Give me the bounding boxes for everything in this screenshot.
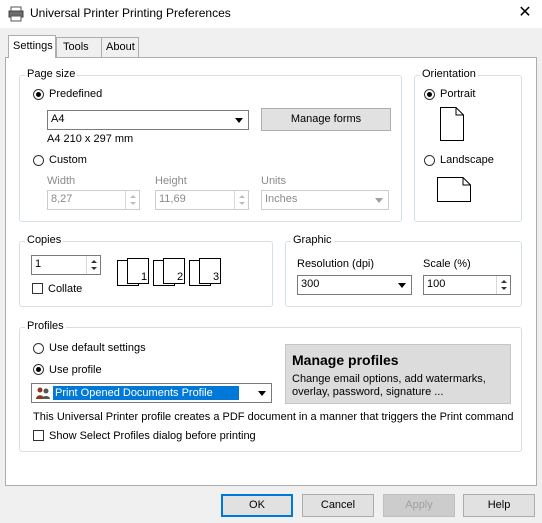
use-profile-label: Use profile	[49, 364, 102, 376]
orientation-label: Orientation	[420, 68, 478, 80]
height-label: Height	[155, 175, 187, 187]
use-profile-radio[interactable]	[33, 364, 44, 375]
predefined-radio[interactable]	[33, 89, 44, 100]
tab-about[interactable]: About	[101, 37, 139, 57]
ok-button[interactable]: OK	[221, 494, 293, 517]
collate-label: Collate	[48, 283, 83, 295]
show-dialog-label: Show Select Profiles dialog before print…	[49, 430, 256, 442]
landscape-label: Landscape	[440, 154, 494, 166]
title-bar: Universal Printer Printing Preferences ✕	[0, 0, 542, 28]
custom-label: Custom	[49, 154, 87, 166]
profile-description: This Universal Printer profile creates a…	[33, 411, 514, 423]
use-default-radio[interactable]	[33, 343, 44, 354]
show-dialog-checkbox[interactable]	[33, 430, 44, 441]
collate-checkbox[interactable]	[32, 283, 43, 294]
cancel-button[interactable]: Cancel	[302, 494, 374, 517]
manage-forms-button[interactable]: Manage forms	[261, 108, 391, 131]
chevron-down-icon	[235, 118, 243, 123]
units-dropdown[interactable]: Inches	[261, 190, 389, 210]
resolution-value: 300	[301, 278, 320, 290]
promo-title: Manage profiles	[292, 352, 399, 368]
paper-size-dropdown[interactable]: A4	[47, 110, 249, 130]
graphic-label: Graphic	[291, 234, 334, 246]
collate-preview: 1 1 2 2 3 3	[117, 258, 227, 288]
copies-label: Copies	[25, 234, 64, 246]
copies-stepper[interactable]: 1	[31, 255, 101, 275]
width-stepper[interactable]: 8,27	[47, 190, 140, 210]
scale-spin[interactable]	[496, 276, 510, 294]
height-stepper[interactable]: 11,69	[155, 190, 249, 210]
paper-dimensions: A4 210 x 297 mm	[47, 133, 134, 145]
printer-icon	[8, 6, 24, 22]
profile-people-icon	[36, 387, 50, 399]
units-value: Inches	[265, 193, 298, 205]
profile-dropdown[interactable]: Print Opened Documents Profile	[31, 383, 272, 403]
width-value: 8,27	[51, 193, 73, 205]
profile-value: Print Opened Documents Profile	[53, 386, 239, 400]
close-icon[interactable]: ✕	[508, 0, 542, 28]
preview-page: 1	[127, 258, 149, 284]
tab-tools[interactable]: Tools	[56, 37, 102, 57]
height-value: 11,69	[159, 193, 186, 205]
help-button[interactable]: Help	[463, 494, 535, 517]
manage-profiles-promo[interactable]: Manage profiles Change email options, ad…	[285, 344, 511, 404]
portrait-radio[interactable]	[424, 89, 435, 100]
portrait-page-icon	[440, 107, 464, 141]
resolution-dropdown[interactable]: 300	[297, 275, 412, 295]
paper-size-value: A4	[51, 113, 65, 125]
page-size-label: Page size	[25, 68, 78, 80]
preview-page: 2	[163, 258, 185, 284]
copies-value: 1	[35, 258, 42, 270]
scale-label: Scale (%)	[423, 258, 471, 270]
scale-value: 100	[427, 278, 446, 290]
chevron-down-icon	[398, 283, 406, 288]
profiles-label: Profiles	[25, 320, 66, 332]
portrait-label: Portrait	[440, 88, 476, 100]
landscape-radio[interactable]	[424, 155, 435, 166]
apply-button[interactable]: Apply	[383, 494, 455, 517]
custom-radio[interactable]	[33, 155, 44, 166]
tab-settings[interactable]: Settings	[8, 35, 56, 58]
copies-spin[interactable]	[86, 256, 100, 274]
scale-stepper[interactable]: 100	[423, 275, 511, 295]
use-default-label: Use default settings	[49, 342, 146, 354]
preview-page: 3	[199, 258, 221, 284]
graphic-group	[285, 241, 522, 307]
width-label: Width	[47, 175, 76, 187]
chevron-down-icon	[258, 391, 266, 396]
height-spin[interactable]	[234, 191, 248, 209]
chevron-down-icon	[375, 198, 383, 203]
landscape-page-icon	[437, 177, 471, 202]
window-title: Universal Printer Printing Preferences	[30, 6, 231, 20]
units-label: Units	[261, 175, 287, 187]
predefined-label: Predefined	[49, 88, 103, 100]
resolution-label: Resolution (dpi)	[297, 258, 375, 270]
promo-text: Change email options, add watermarks, ov…	[292, 373, 486, 398]
width-spin[interactable]	[125, 191, 139, 209]
